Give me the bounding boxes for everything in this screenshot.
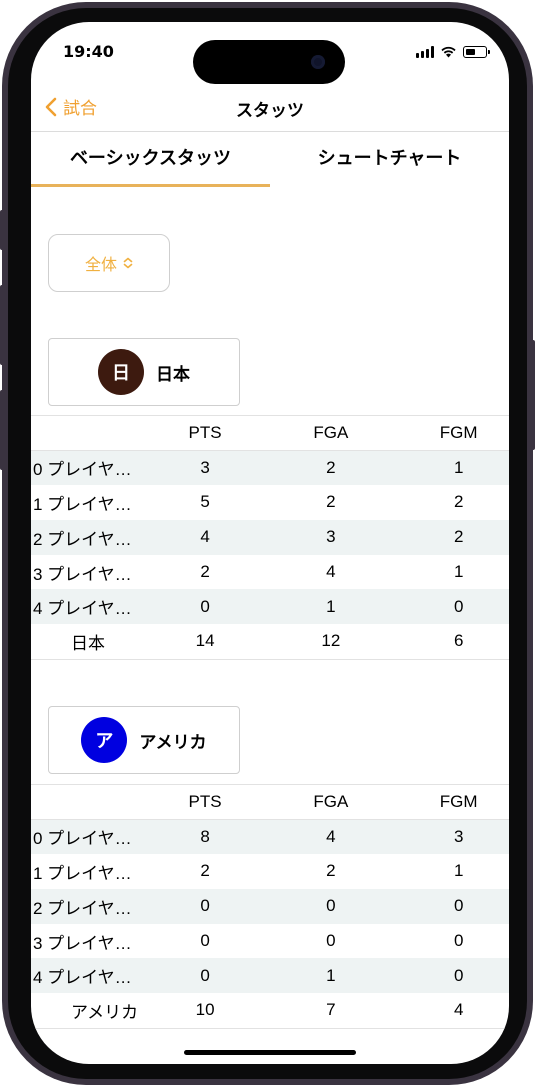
total-label: アメリカ: [31, 993, 157, 1029]
pts-value: 0: [200, 896, 210, 916]
table-row[interactable]: 3 プレイヤ… 0 0 0: [31, 924, 509, 959]
fga-value: 3: [326, 527, 336, 547]
wifi-icon: [441, 46, 456, 58]
dynamic-island: [193, 40, 345, 84]
camera-icon: [311, 55, 325, 69]
volume-down-button: [0, 390, 4, 470]
signal-icon: [416, 46, 434, 58]
pts-value: 0: [200, 931, 210, 951]
fga-value: 4: [326, 562, 336, 582]
volume-up-button: [0, 285, 4, 365]
table-row[interactable]: 1 プレイヤ… 5 2 2: [31, 485, 509, 520]
column-header-pts: PTS: [188, 791, 222, 811]
column-header-fga: FGA: [313, 422, 349, 442]
player-name: 4 プレイヤ…: [33, 968, 132, 988]
team-header-japan[interactable]: 日 日本: [48, 338, 240, 406]
pts-value: 4: [200, 527, 210, 547]
fgm-value: 3: [453, 826, 464, 846]
scope-dropdown[interactable]: 全体: [48, 234, 170, 292]
table-header-row: PTS FGA FGM: [31, 415, 509, 451]
column-header-fgm: FGM: [439, 791, 478, 811]
status-icons: [416, 44, 490, 58]
stats-table-japan: PTS FGA FGM 0 プレイヤ… 3 2 1 1 プレイヤ… 5 2 2 …: [31, 415, 509, 660]
pts-value: 3: [200, 457, 210, 477]
player-name: 0 プレイヤ…: [33, 829, 132, 849]
fga-value: 0: [326, 931, 336, 951]
fgm-value: 0: [453, 896, 464, 916]
team-header-usa[interactable]: ア アメリカ: [48, 706, 240, 774]
player-name: 1 プレイヤ…: [33, 863, 132, 883]
pts-value: 0: [200, 965, 210, 985]
navigation-bar: 試合 スタッツ: [31, 84, 509, 132]
home-indicator[interactable]: [184, 1050, 356, 1055]
player-name: 4 プレイヤ…: [33, 599, 132, 619]
fgm-value: 1: [453, 861, 464, 881]
fga-value: 2: [326, 861, 336, 881]
fgm-value: 1: [453, 457, 464, 477]
tab-shot-chart[interactable]: シュートチャート: [270, 132, 509, 186]
table-row[interactable]: 0 プレイヤ… 3 2 1: [31, 450, 509, 486]
fgm-value: 0: [453, 596, 464, 616]
scope-dropdown-value: 全体: [84, 255, 117, 274]
pts-value: 2: [200, 562, 210, 582]
player-name: 0 プレイヤ…: [33, 460, 132, 480]
fgm-value: 1: [453, 562, 464, 582]
fgm-value: 0: [453, 965, 464, 985]
action-button: [0, 210, 4, 250]
table-row[interactable]: 4 プレイヤ… 0 1 0: [31, 958, 509, 994]
table-row[interactable]: 3 プレイヤ… 2 4 1: [31, 555, 509, 590]
column-header-pts: PTS: [188, 422, 222, 442]
player-name: 2 プレイヤ…: [33, 529, 132, 549]
power-button: [531, 340, 535, 450]
player-name: 2 プレイヤ…: [33, 898, 132, 918]
fga-value: 0: [326, 896, 336, 916]
fga-value: 1: [326, 596, 336, 616]
battery-icon: [463, 46, 490, 58]
fga-total: 12: [253, 624, 409, 660]
table-row[interactable]: 2 プレイヤ… 4 3 2: [31, 519, 509, 555]
table-row[interactable]: 1 プレイヤ… 2 2 1: [31, 854, 509, 889]
column-header-fgm: FGM: [439, 422, 478, 442]
fgm-value: 2: [453, 492, 464, 512]
segment-tabs: ベーシックスタッツ シュートチャート: [31, 132, 509, 186]
status-time: 19:40: [63, 42, 114, 61]
pts-total: 10: [156, 993, 254, 1029]
table-row[interactable]: 4 プレイヤ… 0 1 0: [31, 589, 509, 625]
team-badge: 日: [98, 349, 144, 395]
fga-value: 2: [326, 492, 336, 512]
pts-value: 2: [200, 861, 210, 881]
team-badge: ア: [81, 717, 128, 763]
team-name: アメリカ: [139, 732, 207, 753]
fga-total: 7: [253, 993, 409, 1029]
fgm-total: 4: [408, 993, 509, 1029]
player-name: 1 プレイヤ…: [33, 494, 132, 514]
fgm-value: 0: [453, 931, 464, 951]
pts-total: 14: [156, 624, 254, 660]
player-name: 3 プレイヤ…: [33, 564, 132, 584]
pts-value: 5: [200, 492, 210, 512]
total-label: 日本: [31, 624, 157, 660]
tab-basic-stats[interactable]: ベーシックスタッツ: [31, 132, 270, 186]
column-header-fga: FGA: [313, 791, 349, 811]
selected-tab-indicator: [31, 184, 270, 187]
pts-value: 0: [200, 596, 210, 616]
fgm-value: 2: [453, 527, 464, 547]
fga-value: 1: [326, 965, 336, 985]
stats-table-usa: PTS FGA FGM 0 プレイヤ… 8 4 3 1 プレイヤ… 2 2 1 …: [31, 784, 509, 1029]
chevron-up-down-icon: [123, 257, 133, 269]
pts-value: 8: [200, 826, 210, 846]
fgm-total: 6: [408, 624, 509, 660]
table-row[interactable]: 0 プレイヤ… 8 4 3: [31, 819, 509, 855]
team-total-row: 日本 14 12 6: [31, 624, 509, 660]
screen: 19:40 試合 スタッツ ベーシックスタッツ シュートチャート 全体 日 日本…: [31, 22, 509, 1064]
table-header-row: PTS FGA FGM: [31, 784, 509, 820]
fga-value: 2: [326, 457, 336, 477]
fga-value: 4: [326, 826, 336, 846]
team-total-row: アメリカ 10 7 4: [31, 993, 509, 1029]
player-name: 3 プレイヤ…: [33, 933, 132, 953]
page-title: スタッツ: [236, 101, 304, 121]
table-row[interactable]: 2 プレイヤ… 0 0 0: [31, 888, 509, 924]
team-name: 日本: [156, 364, 190, 385]
